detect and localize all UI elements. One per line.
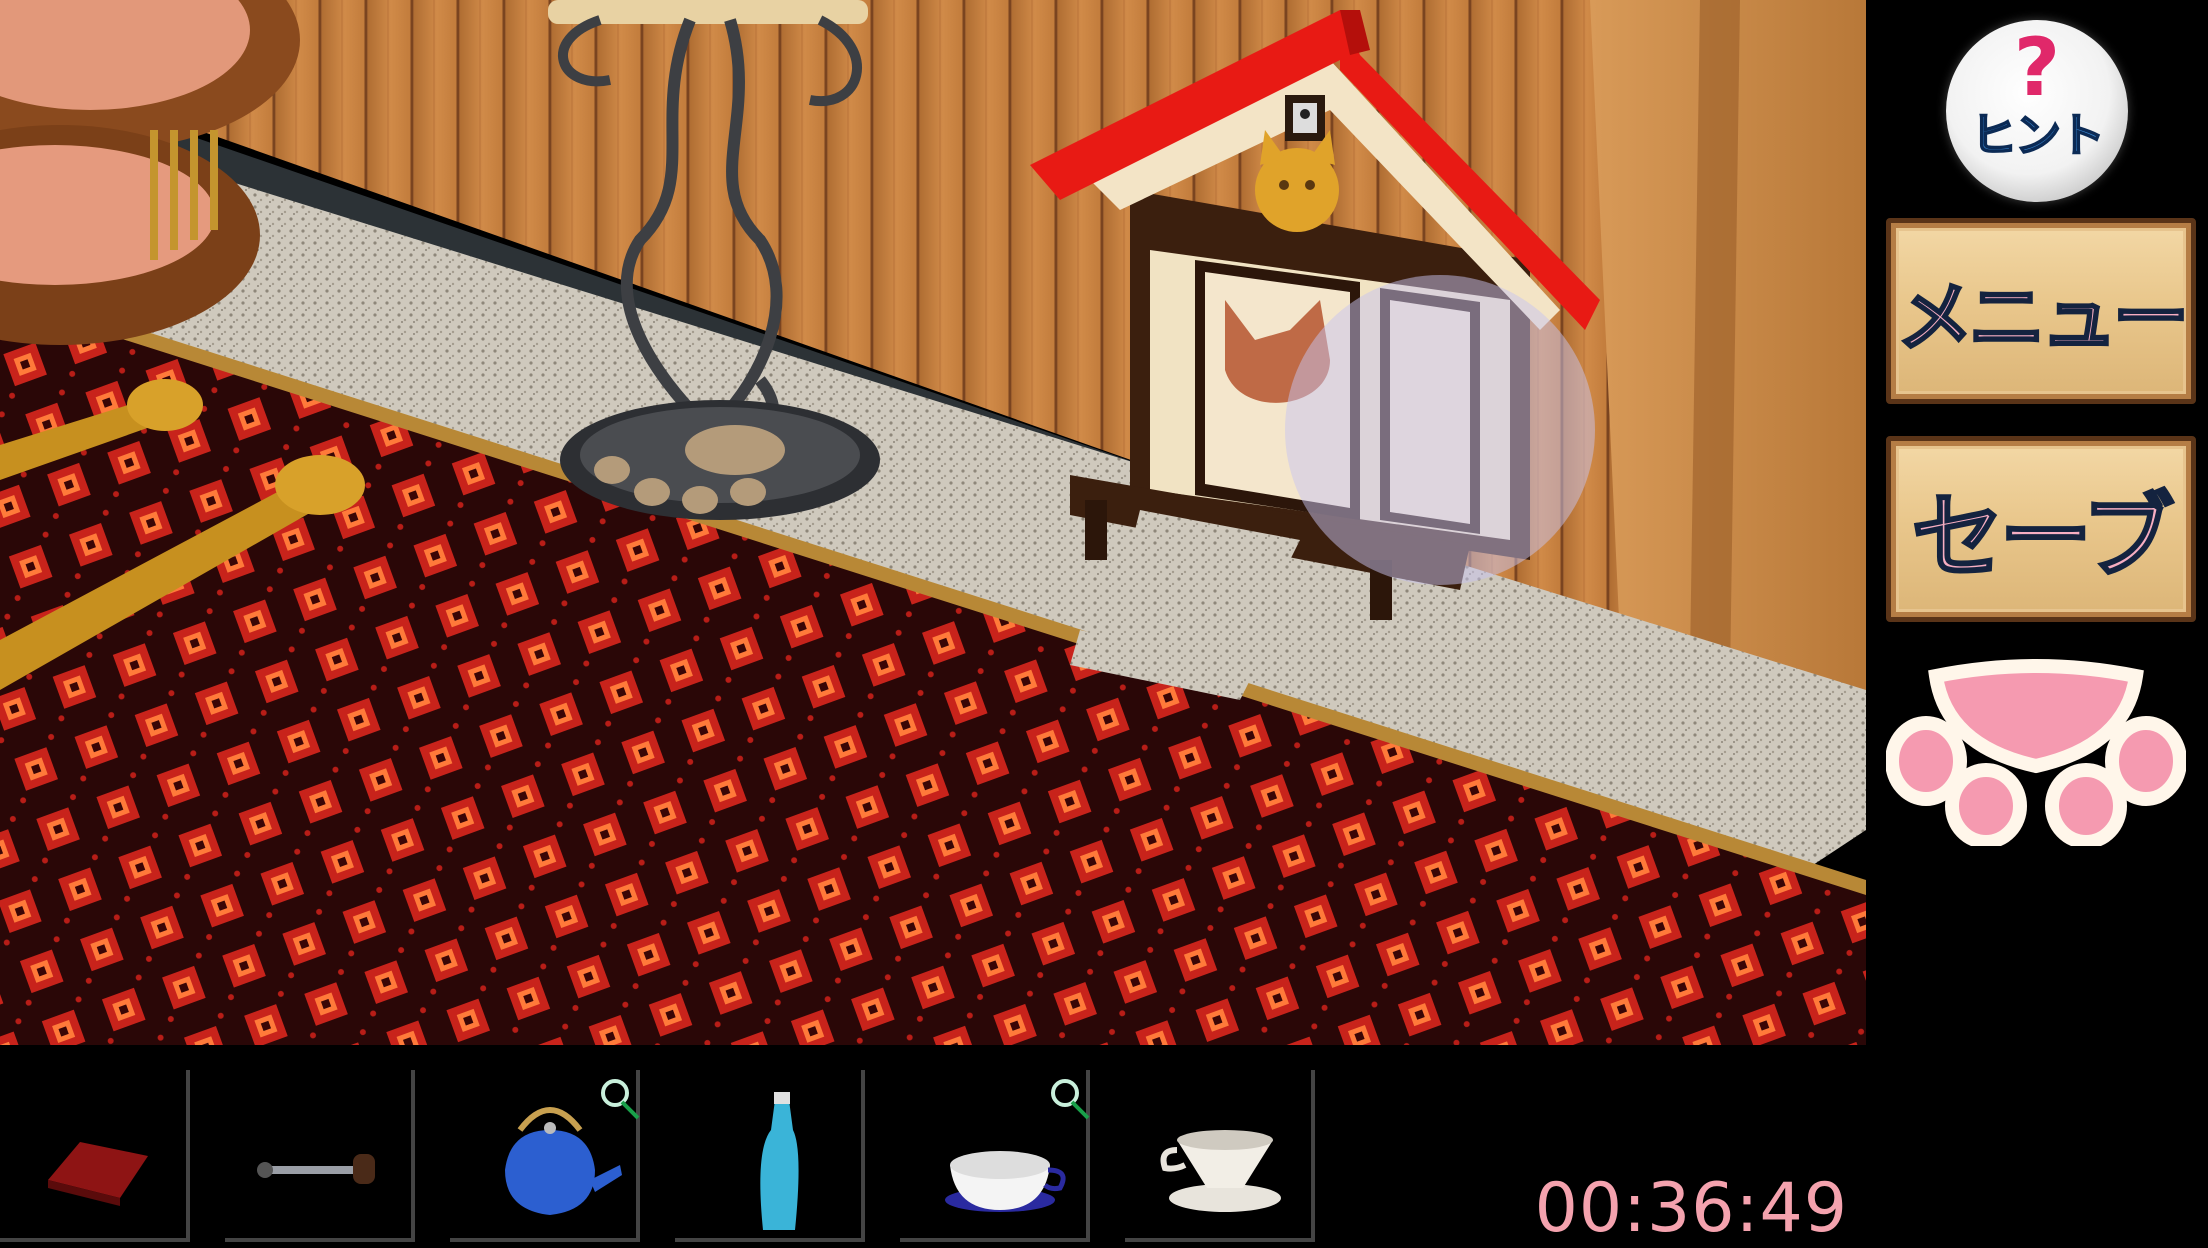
inventory-slot-kettle[interactable]	[450, 1070, 640, 1242]
hint-question-icon: ?	[2013, 21, 2061, 114]
inventory-slot-red-cloth[interactable]	[0, 1070, 190, 1242]
elapsed-timer: 00:36:49	[1534, 1169, 1848, 1248]
menu-label: メニュー	[1896, 272, 2191, 364]
inventory-slot-dripper[interactable]	[1125, 1070, 1315, 1242]
inventory-bar: 00:36:49	[0, 1045, 1866, 1248]
game-scene[interactable]	[0, 0, 1866, 1045]
inventory-slot-grinder-handle[interactable]	[225, 1070, 415, 1242]
save-label: セーブ	[1910, 482, 2175, 592]
hint-label: ヒント	[1970, 108, 2106, 162]
sidebar: ? ヒント メニュー セーブ	[1866, 0, 2208, 1045]
save-button[interactable]: セーブ	[1886, 436, 2196, 622]
paw-icon[interactable]	[1885, 656, 2187, 849]
hint-button[interactable]: ? ヒント	[1946, 20, 2128, 202]
inventory-slot-cup[interactable]	[900, 1070, 1090, 1242]
menu-button[interactable]: メニュー	[1886, 218, 2196, 404]
inventory-slot-bottle[interactable]	[675, 1070, 865, 1242]
